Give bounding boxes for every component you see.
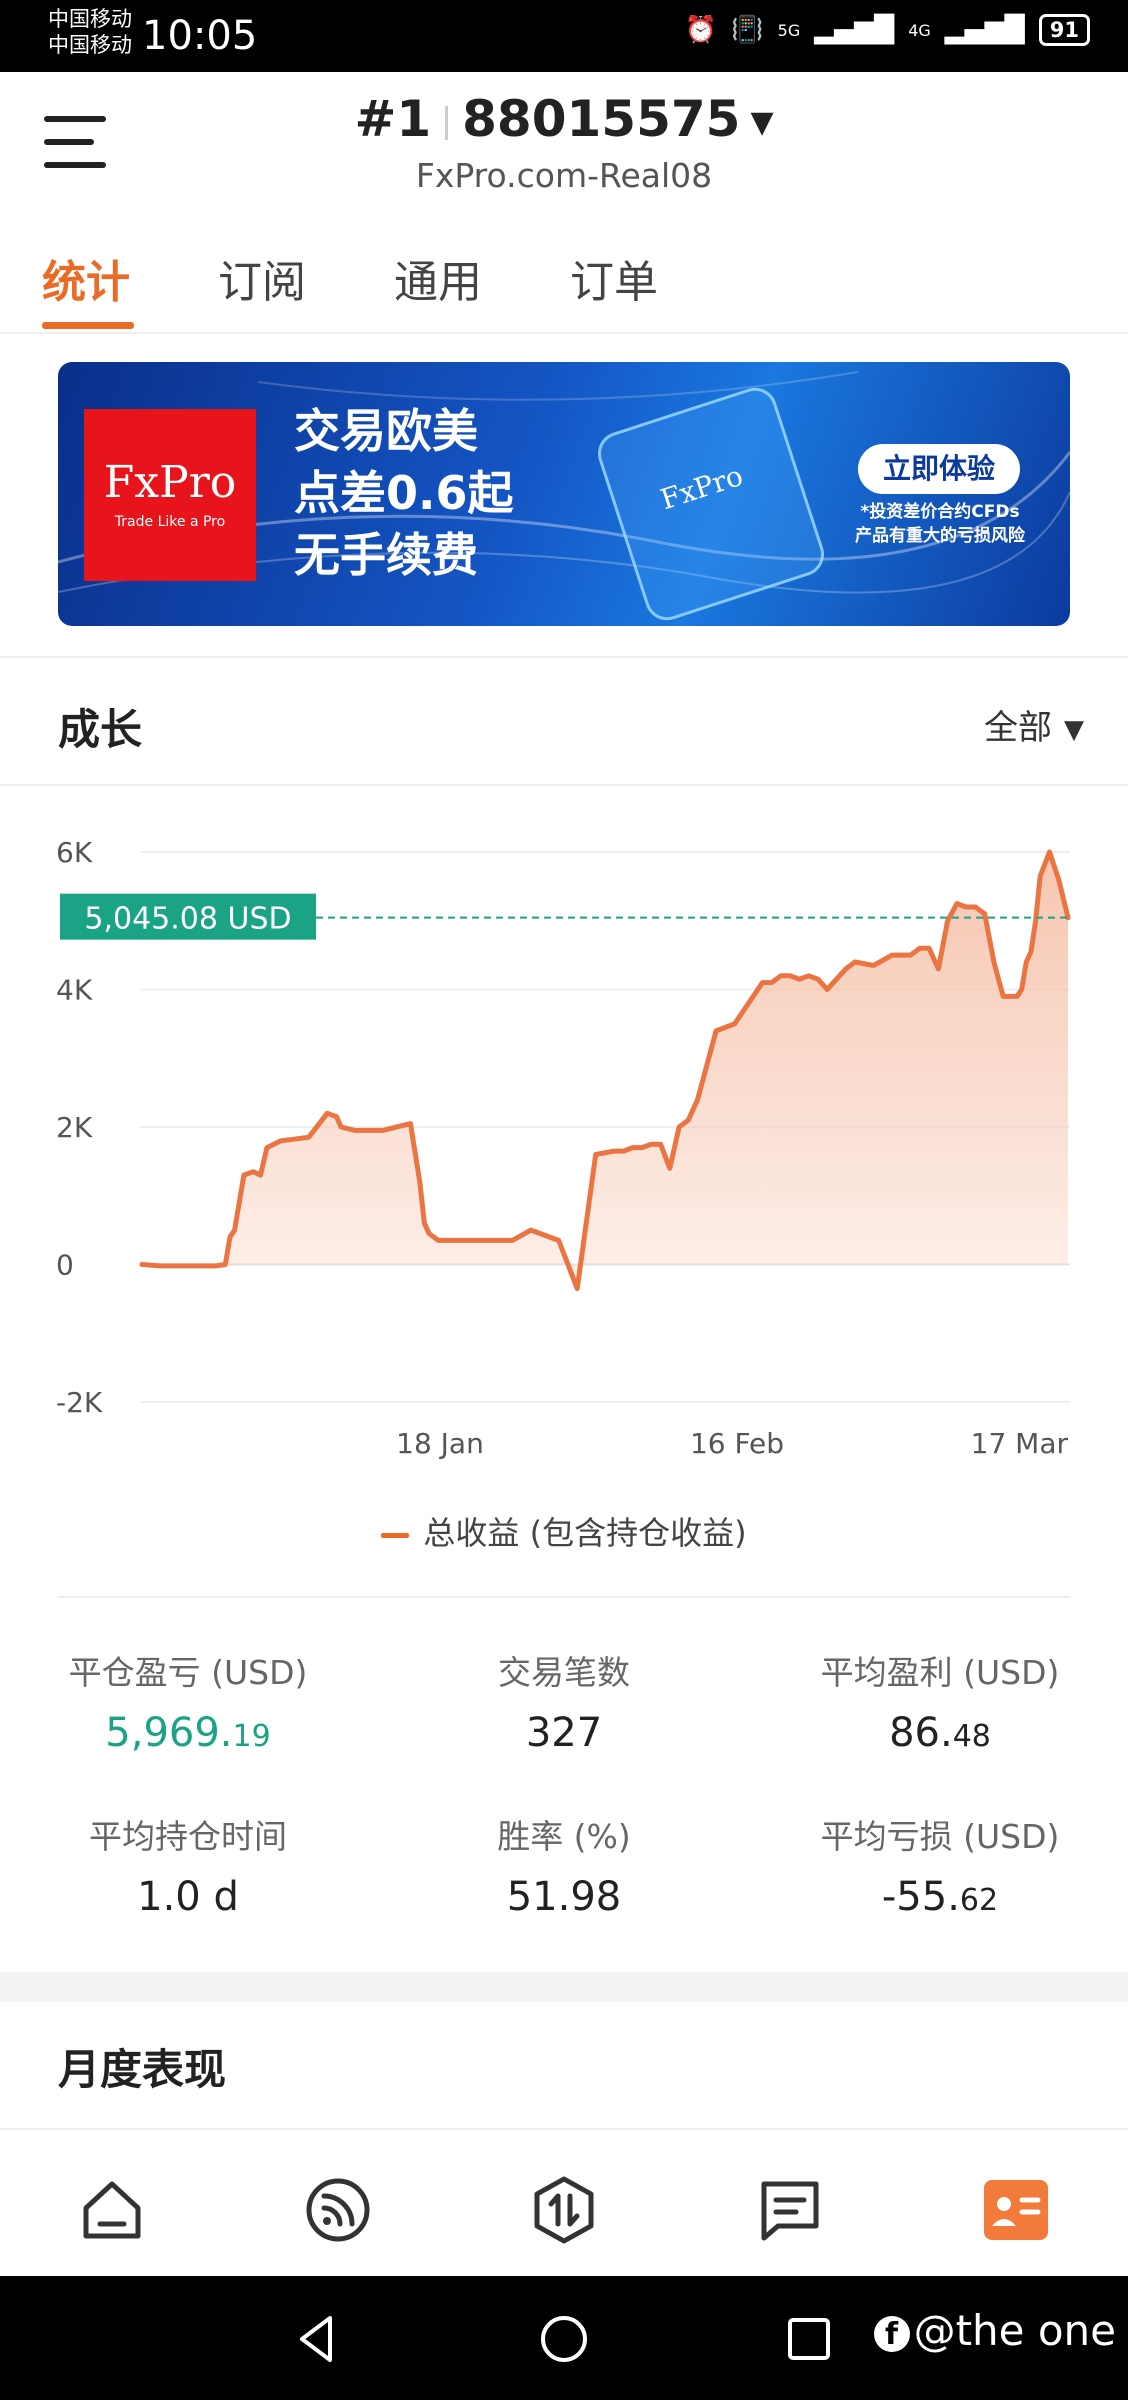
value-int: 5,969. (105, 1710, 233, 1756)
message-icon (761, 2181, 819, 2241)
facebook-icon: f (873, 2315, 910, 2352)
win-rate-label: 胜率 (%) (497, 1817, 631, 1856)
system-nav-bar: f @the one (0, 2276, 1128, 2400)
promo-banner[interactable]: FxPro Trade Like a Pro 交易欧美 点差0.6起 无手续费 … (58, 362, 1070, 626)
current-value-label: 5,045.08 USD (84, 902, 291, 937)
value-dec: 48 (952, 1719, 991, 1754)
back-icon[interactable] (290, 2312, 344, 2366)
divider (0, 656, 1128, 658)
carrier-2: 中国移动 (48, 33, 132, 57)
divider (0, 332, 1128, 334)
account-index: #1 (354, 90, 432, 148)
trade-count-label: 交易笔数 (498, 1653, 630, 1692)
period-dropdown[interactable]: 全部 ▼ (984, 700, 1084, 749)
y-tick-label: 4K (56, 974, 93, 1007)
nav-profile[interactable] (980, 2174, 1052, 2246)
banner-headline: 交易欧美 点差0.6起 无手续费 (294, 400, 514, 586)
avg-profit-label: 平均盈利 (USD) (820, 1653, 1060, 1692)
server-name: FxPro.com-Real08 (415, 156, 713, 195)
value-int: 86. (889, 1710, 953, 1756)
nav-broadcast[interactable] (302, 2174, 374, 2246)
growth-title: 成长 (58, 705, 143, 754)
status-clock: 10:05 (142, 13, 258, 59)
headline-line: 无手续费 (294, 528, 478, 582)
signal-icon: ▂▄▆█ (944, 15, 1025, 45)
tab-subscribe[interactable]: 订阅 (218, 246, 306, 310)
nav-trade[interactable] (528, 2174, 600, 2246)
win-rate-value: 51.98 (376, 1874, 752, 1920)
phone-logo-text: FxPro (656, 458, 747, 517)
x-tick-label: 18 Jan (396, 1427, 484, 1460)
section-gap (0, 1972, 1128, 2002)
status-bar: 中国移动 中国移动 10:05 ⏰ 📳 5G ▂▄▆█ 4G ▂▄▆█ 91 (0, 0, 1128, 72)
avg-hold-time-label: 平均持仓时间 (89, 1817, 287, 1856)
signal-4g-label: 4G (908, 20, 931, 40)
tab-general[interactable]: 通用 (394, 246, 482, 310)
trade-count-value: 327 (376, 1710, 752, 1756)
logo-text: FxPro (103, 457, 237, 508)
period-value: 全部 (984, 708, 1052, 748)
battery-icon: 91 (1038, 14, 1090, 46)
y-tick-label: 0 (56, 1249, 74, 1282)
avg-hold-time-value: 1.0 d (0, 1874, 376, 1920)
chart-legend: 总收益 (包含持仓收益) (0, 1508, 1128, 1554)
y-tick-label: -2K (56, 1386, 103, 1419)
carrier-info: 中国移动 中国移动 (48, 6, 132, 58)
bottom-nav (0, 2128, 1128, 2278)
avg-loss-value: -55.62 (752, 1874, 1128, 1920)
divider (58, 1596, 1070, 1598)
headline-line: 点差0.6起 (294, 466, 514, 520)
value-int: 327 (525, 1710, 603, 1756)
disclaimer-line: 产品有重大的亏损风险 (855, 526, 1025, 546)
nav-home[interactable] (76, 2174, 148, 2246)
carrier-1: 中国移动 (48, 7, 132, 31)
watermark-text: @the one (913, 2306, 1116, 2355)
y-tick-label: 6K (56, 836, 93, 869)
headline-line: 交易欧美 (294, 404, 478, 458)
account-number: 88015575 (462, 90, 741, 148)
avg-loss-label: 平均亏损 (USD) (820, 1817, 1060, 1856)
nav-messages[interactable] (754, 2174, 826, 2246)
home-icon (83, 2181, 141, 2239)
trade-icon (534, 2176, 594, 2244)
disclaimer-line: *投资差价合约CFDs (860, 502, 1020, 522)
closed-pnl-label: 平仓盈亏 (USD) (68, 1653, 308, 1692)
value-dec: 19 (232, 1719, 271, 1754)
logo-tagline: Trade Like a Pro (114, 514, 226, 530)
watermark: f @the one (873, 2306, 1116, 2355)
x-tick-label: 17 Mar (971, 1427, 1069, 1460)
home-circle-icon[interactable] (537, 2312, 591, 2366)
legend-label: 总收益 (包含持仓收益) (423, 1514, 747, 1552)
status-icons: ⏰ 📳 5G ▂▄▆█ 4G ▂▄▆█ 91 (685, 14, 1090, 46)
vibrate-icon: 📳 (731, 15, 764, 45)
try-now-button[interactable]: 立即体验 (858, 444, 1020, 494)
tab-stats[interactable]: 统计 (42, 246, 130, 310)
monthly-performance-title: 月度表现 (58, 2045, 227, 2094)
signal-5g-label: 5G (777, 20, 801, 40)
y-tick-label: 2K (56, 1111, 93, 1144)
tab-orders[interactable]: 订单 (570, 246, 658, 310)
closed-pnl-value: 5,969.19 (0, 1710, 376, 1756)
alarm-icon: ⏰ (684, 15, 718, 45)
fxpro-logo: FxPro Trade Like a Pro (84, 409, 256, 581)
x-tick-label: 16 Feb (690, 1427, 784, 1460)
divider (445, 105, 449, 140)
tab-active-indicator (42, 322, 134, 329)
value-int: -55. (881, 1874, 960, 1920)
avg-profit-value: 86.48 (752, 1710, 1128, 1756)
divider (0, 784, 1128, 786)
value-int: 1.0 d (137, 1874, 239, 1920)
signal-icon: ▂▄▆█ (814, 15, 895, 45)
profile-card-icon (984, 2180, 1048, 2240)
broadcast-icon (306, 2178, 370, 2242)
caret-down-icon: ▼ (1064, 714, 1084, 745)
account-selector[interactable]: #1 88015575 ▼ (0, 90, 1128, 148)
recents-icon[interactable] (782, 2312, 836, 2366)
growth-chart[interactable]: -2K 0 2K 4K 6K 18 Jan 16 Feb 17 Mar 5,045.08 USD (0, 790, 1128, 1490)
value-int: 51.98 (506, 1874, 622, 1920)
legend-swatch (381, 1532, 410, 1538)
value-dec: 62 (959, 1883, 999, 1918)
risk-disclaimer: *投资差价合约CFDs 产品有重大的亏损风险 (848, 500, 1032, 548)
caret-down-icon: ▼ (750, 105, 774, 140)
